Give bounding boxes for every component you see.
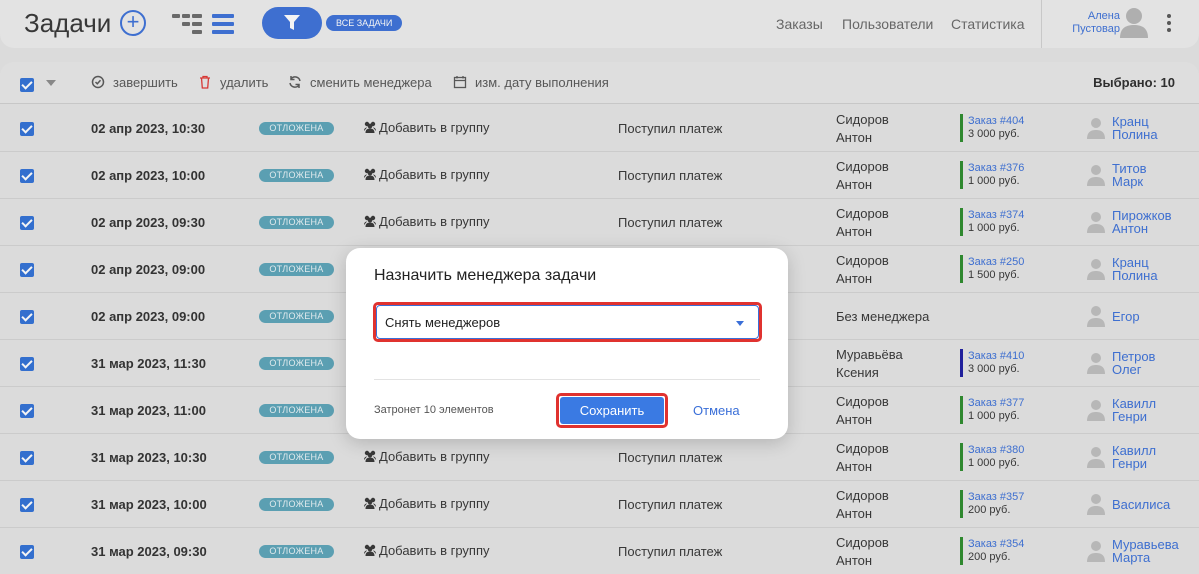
affected-count-note: Затронет 10 элементов xyxy=(374,404,494,416)
dialog-divider xyxy=(374,379,760,380)
save-button[interactable]: Сохранить xyxy=(560,397,664,424)
dropdown-chevron-icon xyxy=(736,321,744,326)
cancel-button[interactable]: Отмена xyxy=(693,403,740,418)
manager-select-value: Снять менеджеров xyxy=(385,315,501,330)
dialog-title: Назначить менеджера задачи xyxy=(374,267,597,284)
assign-manager-dialog: Назначить менеджера задачи Снять менедже… xyxy=(346,248,788,439)
manager-select[interactable]: Снять менеджеров xyxy=(376,305,759,339)
